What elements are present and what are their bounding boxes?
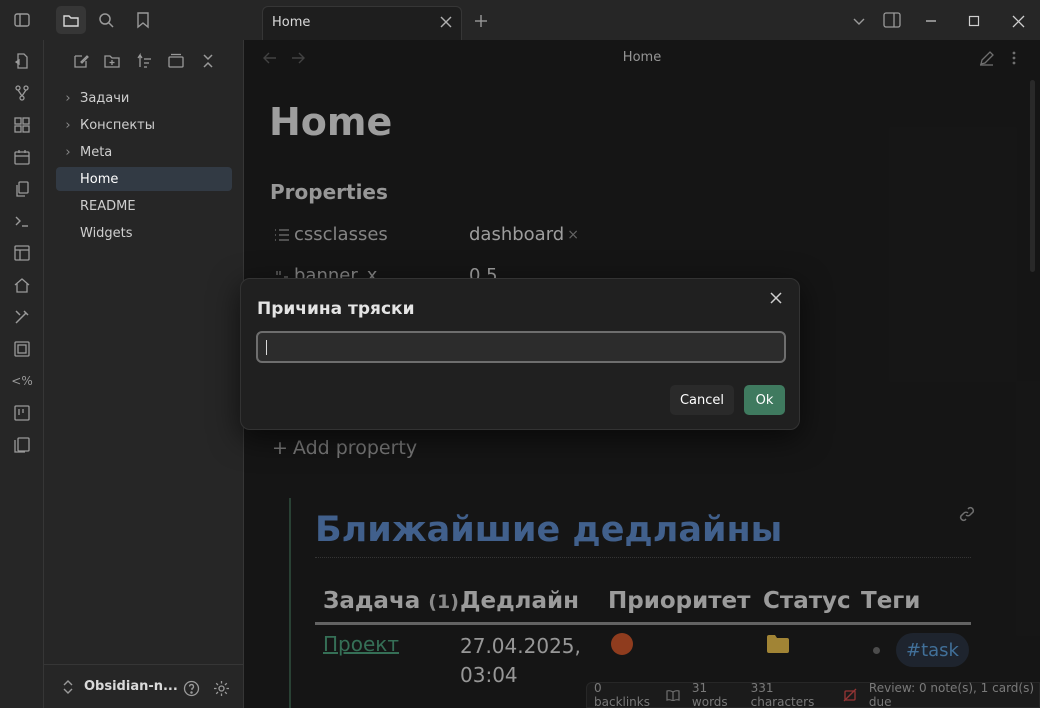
prompt-modal: Причина тряски Cancel Ok xyxy=(240,278,800,430)
close-tab-icon[interactable] xyxy=(437,13,455,31)
vault-switcher-icon[interactable] xyxy=(60,678,76,696)
bookmark-icon[interactable] xyxy=(131,8,155,32)
chevron-right-icon: › xyxy=(65,117,71,133)
close-window-icon[interactable] xyxy=(1007,10,1029,32)
new-folder-icon[interactable] xyxy=(100,50,124,72)
vault-name[interactable]: Obsidian-n... xyxy=(84,679,178,694)
copy-files-icon[interactable] xyxy=(10,178,34,200)
chevron-right-icon: › xyxy=(65,90,71,106)
modal-title: Причина тряски xyxy=(257,299,415,319)
kanban-icon[interactable] xyxy=(10,402,34,424)
sidebar-toggle-icon[interactable] xyxy=(10,8,34,32)
settings-gear-icon[interactable] xyxy=(210,677,232,699)
home-icon[interactable] xyxy=(10,274,34,296)
sidebar-item-widgets[interactable]: Widgets xyxy=(56,221,232,245)
collapse-all-icon[interactable] xyxy=(196,50,220,72)
templater-icon[interactable]: <% xyxy=(8,370,36,392)
new-note-icon[interactable] xyxy=(69,50,93,72)
sort-icon[interactable] xyxy=(132,50,156,72)
sidebar-item-label: Задачи xyxy=(80,90,130,106)
canvas-icon[interactable] xyxy=(10,114,34,136)
close-modal-icon[interactable] xyxy=(765,287,787,309)
sidebar-item-label: Meta xyxy=(80,144,113,160)
terminal-icon[interactable] xyxy=(10,210,34,232)
sidebar-item-label: Home xyxy=(80,171,119,187)
sidebar-item-zadachi[interactable]: › Задачи xyxy=(56,86,232,110)
files-view-icon[interactable] xyxy=(56,6,86,34)
graph-view-icon[interactable] xyxy=(10,82,34,104)
minimize-icon[interactable] xyxy=(920,10,942,32)
reason-input[interactable] xyxy=(256,331,786,363)
slides-icon[interactable] xyxy=(10,338,34,360)
ok-button[interactable]: Ok xyxy=(744,385,785,415)
tab-label: Home xyxy=(272,15,311,30)
tools-icon[interactable] xyxy=(10,306,34,328)
flashcards-icon[interactable] xyxy=(10,434,34,456)
sidebar-item-home[interactable]: Home xyxy=(56,167,232,191)
search-icon[interactable] xyxy=(94,8,118,32)
right-sidebar-toggle-icon[interactable] xyxy=(880,9,904,31)
sidebar-item-konspekty[interactable]: › Конспекты xyxy=(56,113,232,137)
layout-icon[interactable] xyxy=(10,242,34,264)
auto-reveal-icon[interactable] xyxy=(164,50,188,72)
sidebar-item-label: README xyxy=(80,198,136,214)
new-tab-icon[interactable] xyxy=(470,10,492,32)
sidebar-item-label: Конспекты xyxy=(80,117,156,133)
help-icon[interactable] xyxy=(180,677,202,699)
chevron-right-icon: › xyxy=(65,144,71,160)
text-cursor xyxy=(266,340,267,355)
maximize-icon[interactable] xyxy=(963,10,985,32)
sidebar-item-label: Widgets xyxy=(80,225,133,241)
calendar-icon[interactable] xyxy=(10,146,34,168)
tab-list-chevron-icon[interactable] xyxy=(848,10,870,32)
cancel-button[interactable]: Cancel xyxy=(670,385,734,415)
sidebar-item-readme[interactable]: README xyxy=(56,194,232,218)
tab-home[interactable]: Home xyxy=(262,6,462,40)
open-quick-switcher-icon[interactable] xyxy=(10,50,34,72)
sidebar-top-bar xyxy=(0,0,244,40)
sidebar-item-meta[interactable]: › Meta xyxy=(56,140,232,164)
